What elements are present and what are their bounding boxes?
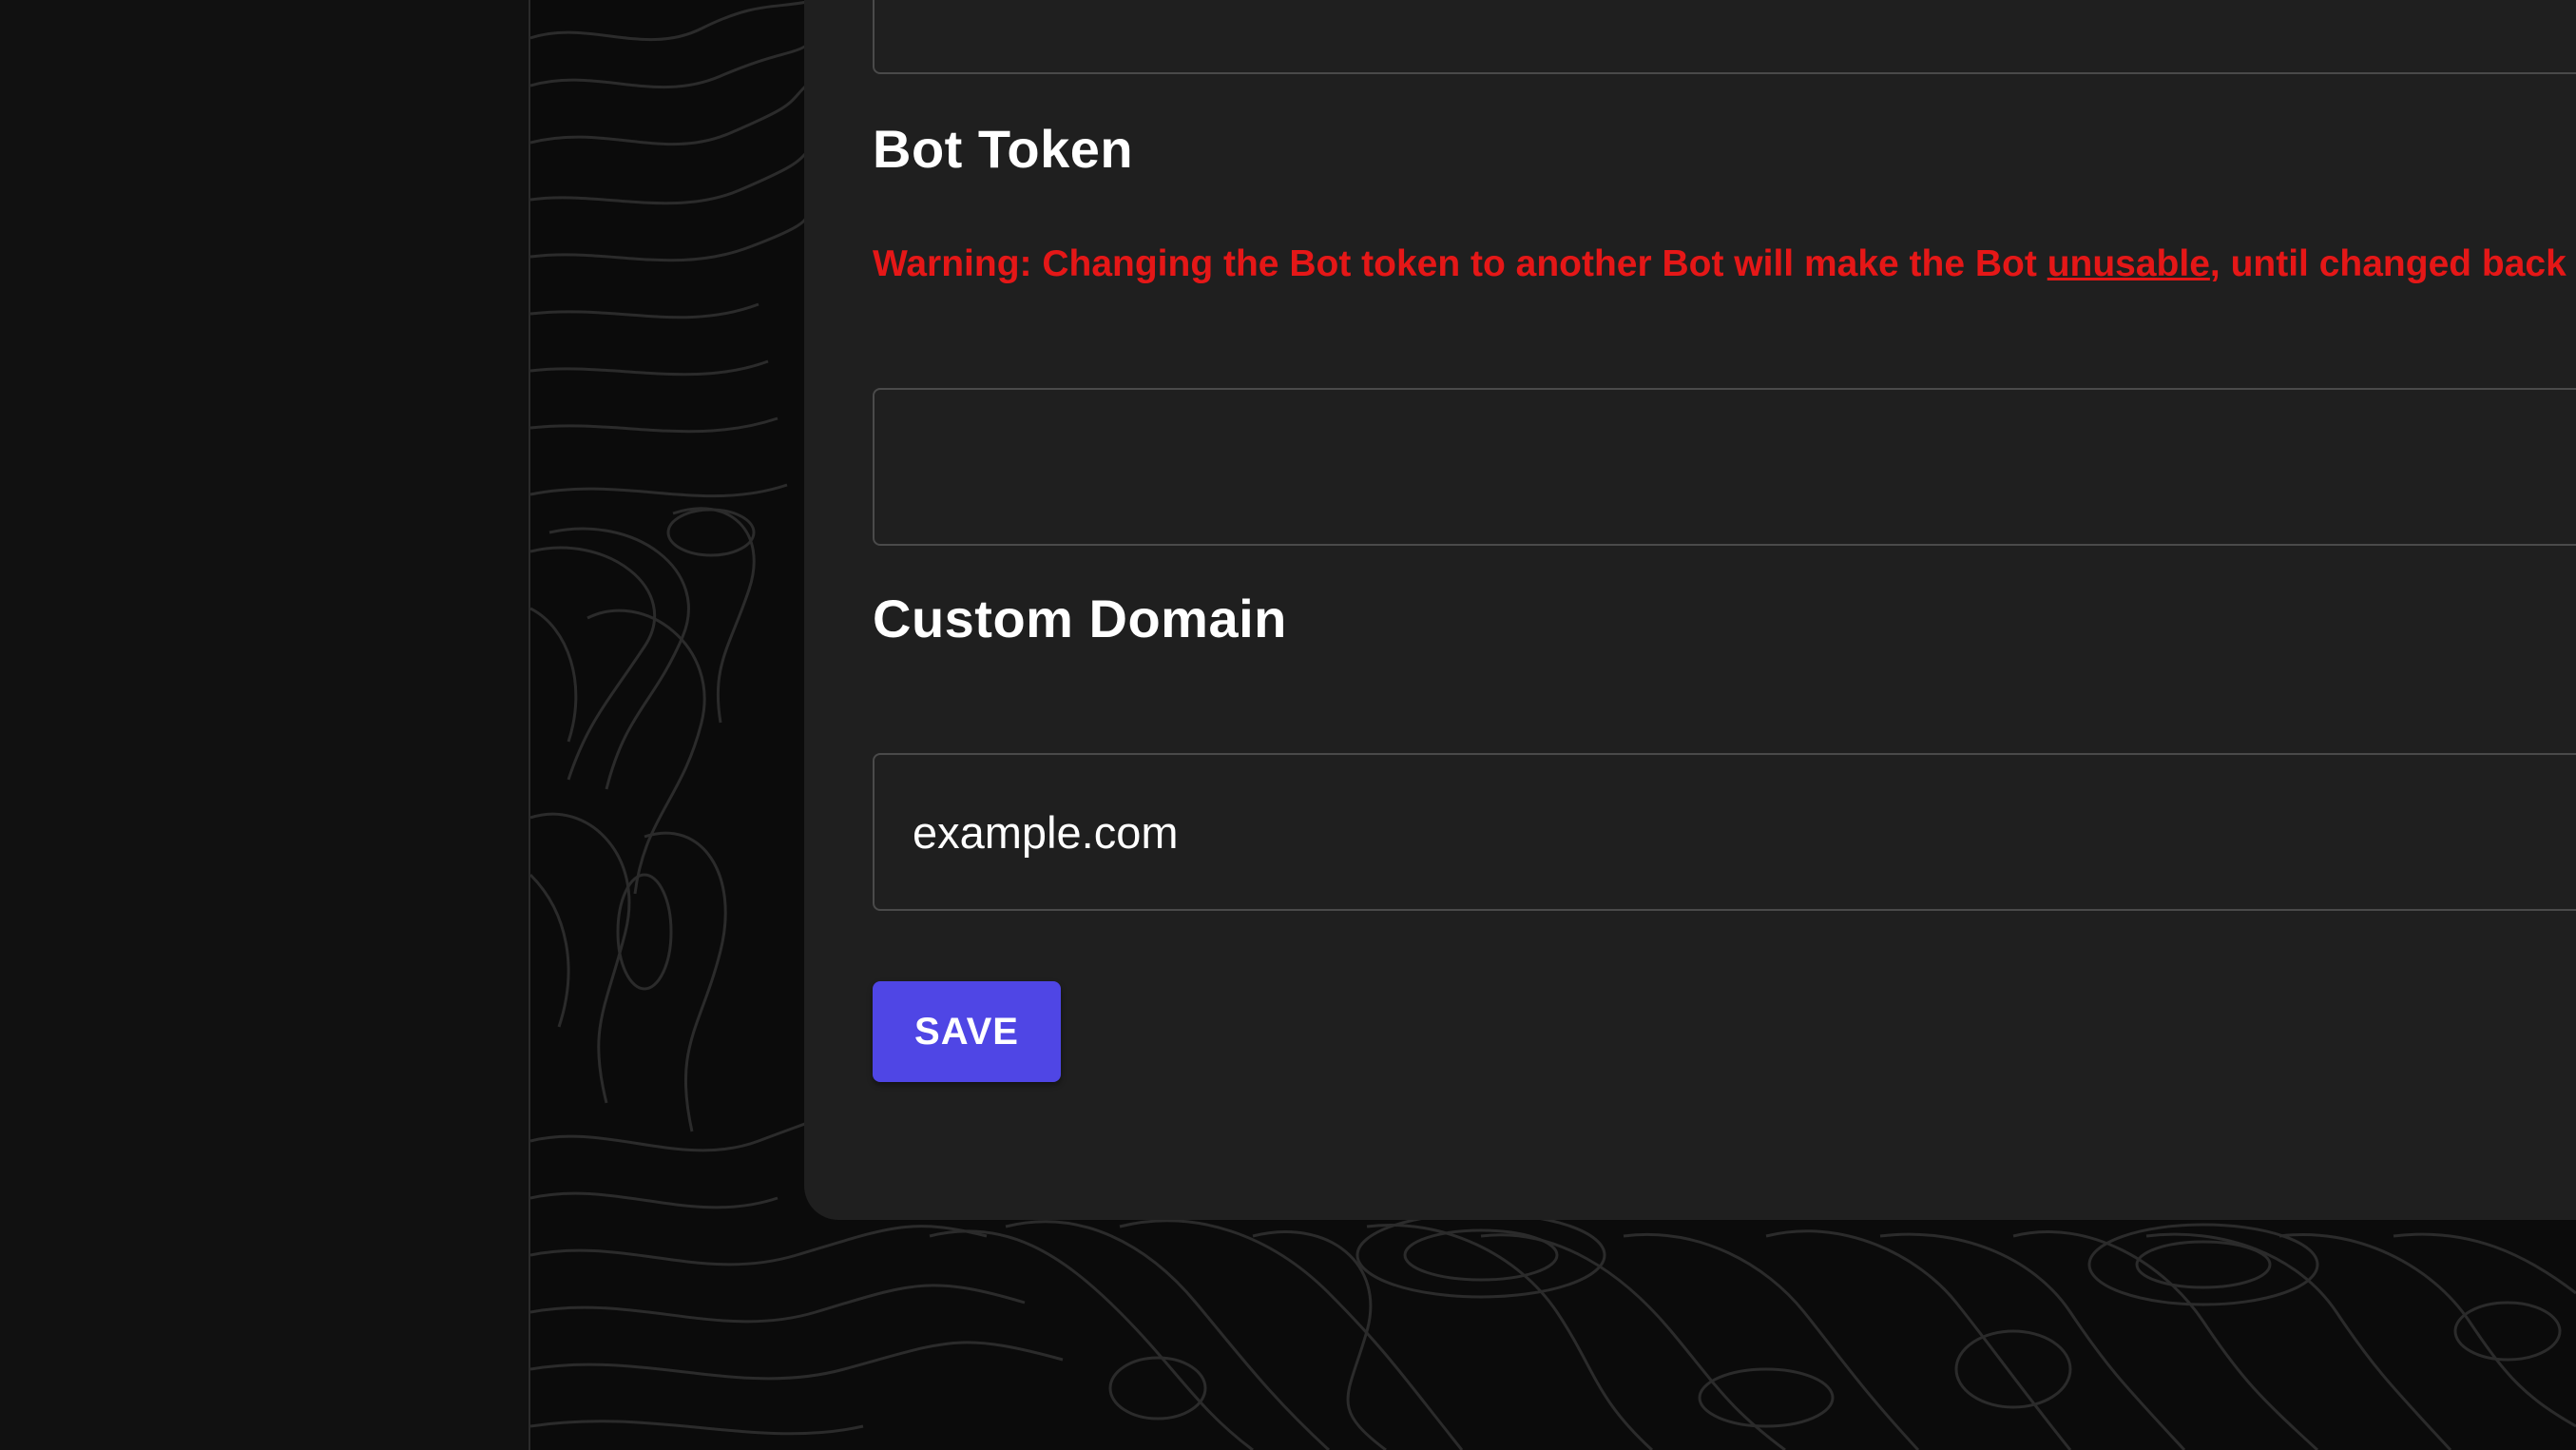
warning-text-end: , until changed back [2209, 243, 2566, 284]
save-button[interactable]: SAVE [873, 981, 1061, 1082]
bot-token-title: Bot Token [873, 119, 1134, 179]
bot-token-warning: Warning: Changing the Bot token to anoth… [873, 243, 2566, 285]
warning-text: Warning: Changing the Bot token to anoth… [873, 243, 2047, 284]
bot-token-input[interactable] [873, 388, 2576, 546]
warning-emphasis: unusable [2047, 243, 2210, 284]
custom-domain-title: Custom Domain [873, 589, 1287, 648]
previous-field-input[interactable] [873, 0, 2576, 74]
sidebar-panel [0, 0, 530, 1450]
settings-card: Bot Token Warning: Changing the Bot toke… [804, 0, 2576, 1220]
custom-domain-input[interactable] [873, 753, 2576, 911]
